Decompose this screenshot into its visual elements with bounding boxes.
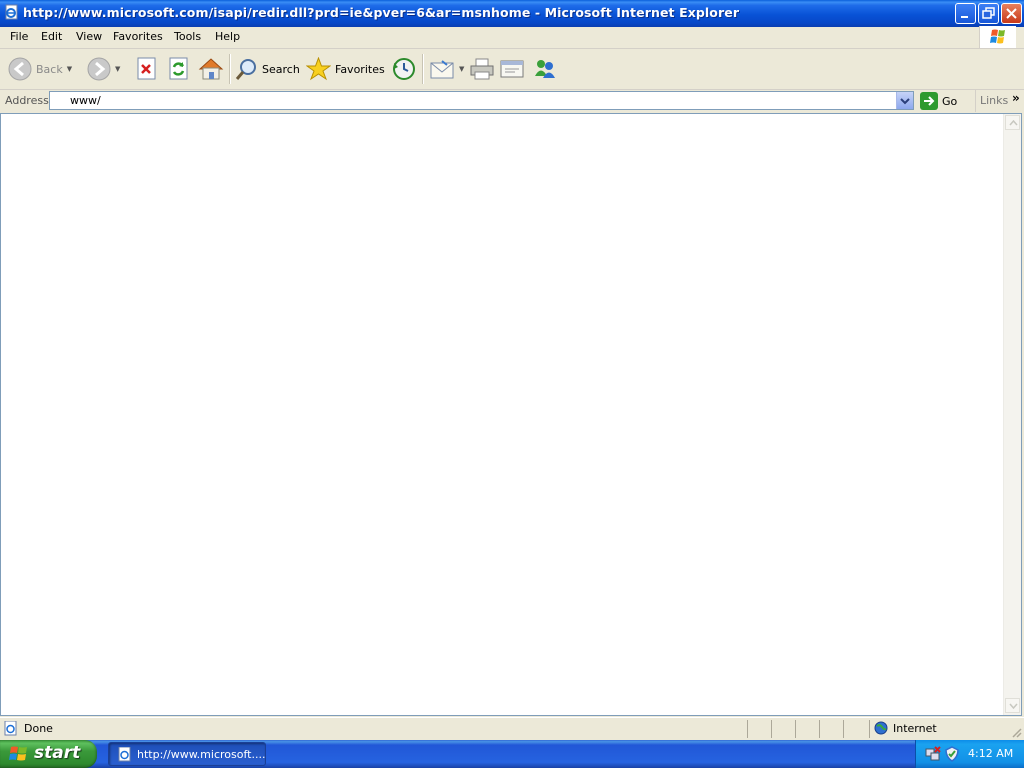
messenger-icon [535,60,555,78]
chevron-right-icon[interactable]: » [1012,91,1020,105]
forward-dropdown-icon[interactable]: ▼ [115,65,120,73]
menu-edit[interactable]: Edit [41,30,62,43]
minimize-icon [961,16,968,18]
status-divider [819,720,820,738]
favorites-label: Favorites [335,62,385,76]
taskbar-item-ie[interactable]: http://www.microsoft.... [108,742,266,766]
stop-button[interactable] [136,55,158,83]
menu-favorites[interactable]: Favorites [113,30,163,43]
shield-icon[interactable] [944,746,960,762]
search-label: Search [262,62,300,76]
favorites-star-icon [306,57,331,81]
messenger-button[interactable] [532,55,558,83]
status-text-pane: Done [4,721,53,736]
scroll-up-button[interactable] [1005,115,1020,130]
security-zone[interactable]: Internet [874,721,937,735]
chevron-down-icon [1009,703,1018,709]
address-input[interactable] [70,92,890,109]
links-toolbar[interactable]: Links » [975,90,1024,112]
go-arrow-icon [920,92,938,110]
forward-icon [87,57,111,81]
toolbar-separator [229,54,231,84]
status-divider [747,720,748,738]
standard-toolbar: Back ▼ ▼ Search Favorites ▼ [0,49,1024,90]
forward-button[interactable]: ▼ [87,55,120,83]
taskbar-item-label: http://www.microsoft.... [137,748,266,761]
start-button[interactable]: start [0,740,97,768]
home-button[interactable] [198,55,224,83]
back-dropdown-icon[interactable]: ▼ [67,65,72,73]
chevron-down-icon [900,98,910,105]
scroll-down-button[interactable] [1005,698,1020,713]
menu-tools[interactable]: Tools [174,30,201,43]
refresh-icon [169,57,188,80]
edit-icon [500,60,524,78]
minimize-button[interactable] [955,3,976,24]
system-tray: 4:12 AM [915,740,1024,768]
ie-page-icon [4,721,17,736]
home-icon [198,58,224,80]
status-bar: Done Internet [0,717,1024,740]
address-bar: Address Go Links » [0,90,1024,112]
menu-help[interactable]: Help [215,30,240,43]
resize-grip-icon[interactable] [1010,726,1022,738]
start-label: start [34,743,81,763]
address-label: Address [5,94,49,107]
search-icon [235,59,256,80]
close-icon [1006,8,1017,19]
windows-flag-icon [979,26,1016,48]
edit-button[interactable] [499,55,525,83]
vertical-scrollbar[interactable] [1003,114,1021,715]
status-text: Done [24,722,53,735]
network-icon[interactable] [925,746,941,762]
toolbar-separator [422,54,424,84]
back-button[interactable]: Back ▼ [8,55,72,83]
zone-label: Internet [893,721,937,735]
status-divider [869,720,870,738]
taskbar: start http://www.microsoft.... 4:12 AM [0,740,1024,768]
ie-page-icon [118,747,131,762]
mail-dropdown-icon[interactable]: ▼ [459,65,464,73]
refresh-button[interactable] [168,55,190,83]
status-divider [795,720,796,738]
stop-icon [137,57,156,80]
links-label: Links [980,94,1009,107]
ie-page-icon [4,4,20,20]
address-field[interactable] [49,91,914,110]
page-content[interactable] [0,113,1022,716]
restore-button[interactable] [978,3,999,24]
menu-file[interactable]: File [10,30,28,43]
window-title: http://www.microsoft.com/isapi/redir.dll… [23,5,740,20]
clock: 4:12 AM [968,747,1014,760]
windows-flag-icon [9,746,27,761]
chevron-up-icon [1009,120,1018,126]
search-button[interactable]: Search [234,55,300,83]
close-button[interactable] [1001,3,1022,24]
title-bar[interactable]: http://www.microsoft.com/isapi/redir.dll… [0,0,1024,27]
go-button[interactable]: Go [920,92,957,110]
back-label: Back [36,62,63,76]
history-icon [393,58,415,80]
status-divider [843,720,844,738]
mail-icon [430,60,454,79]
mail-button[interactable]: ▼ [429,55,464,83]
restore-icon [982,7,995,19]
history-button[interactable] [392,55,416,83]
back-icon [8,57,32,81]
address-dropdown-button[interactable] [896,92,913,109]
menu-bar: File Edit View Favorites Tools Help [0,27,1024,49]
print-icon [470,58,494,80]
ie-window: http://www.microsoft.com/isapi/redir.dll… [0,0,1024,740]
favorites-button[interactable]: Favorites [306,55,385,83]
globe-icon [874,721,888,735]
status-divider [771,720,772,738]
print-button[interactable] [469,55,495,83]
go-label: Go [942,94,958,108]
menu-view[interactable]: View [76,30,102,43]
